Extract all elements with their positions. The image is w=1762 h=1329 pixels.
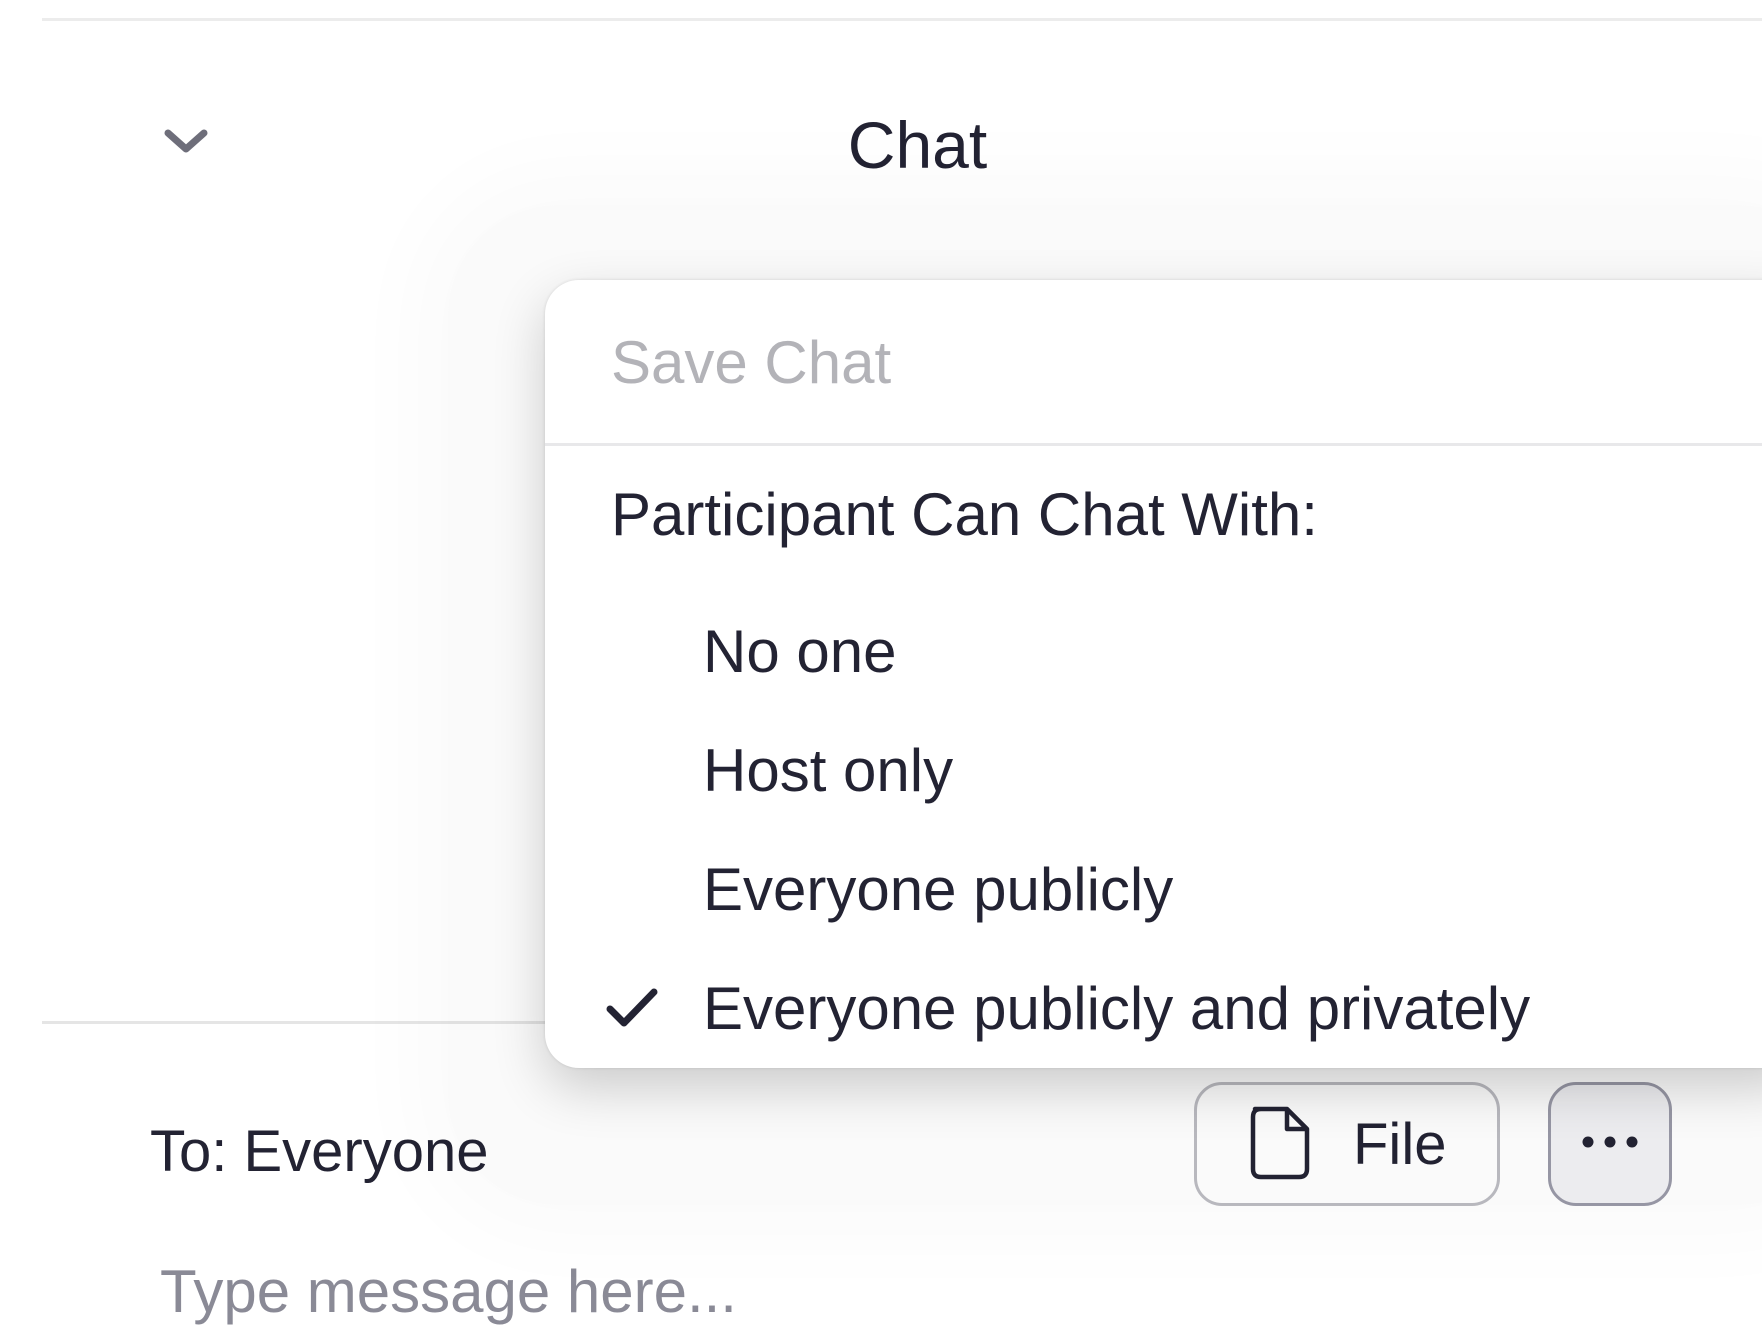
top-divider: [42, 18, 1762, 21]
menu-option-label: Everyone publicly: [703, 855, 1174, 923]
chat-panel: Chat To: Everyone File Save Chat Partici…: [0, 0, 1762, 1329]
menu-option-host-only[interactable]: Host only: [545, 715, 1762, 825]
save-chat-label: Save Chat: [611, 328, 892, 396]
menu-option-label: Everyone publicly and privately: [703, 974, 1531, 1042]
menu-option-everyone-publicly-and-privately[interactable]: Everyone publicly and privately: [545, 953, 1762, 1063]
menu-item-save-chat[interactable]: Save Chat: [545, 280, 1762, 444]
menu-divider: [545, 443, 1762, 446]
panel-title: Chat: [847, 108, 988, 182]
menu-option-label: Host only: [703, 736, 954, 804]
checkmark-icon: [545, 986, 703, 1030]
message-input[interactable]: [160, 1246, 1660, 1329]
recipient-selector[interactable]: To: Everyone: [150, 1118, 489, 1185]
chat-options-menu: Save Chat Participant Can Chat With: No …: [545, 280, 1762, 1068]
menu-option-no-one[interactable]: No one: [545, 596, 1762, 706]
menu-option-everyone-publicly[interactable]: Everyone publicly: [545, 834, 1762, 944]
menu-option-label: No one: [703, 617, 897, 685]
menu-section-header: Participant Can Chat With:: [611, 481, 1318, 548]
